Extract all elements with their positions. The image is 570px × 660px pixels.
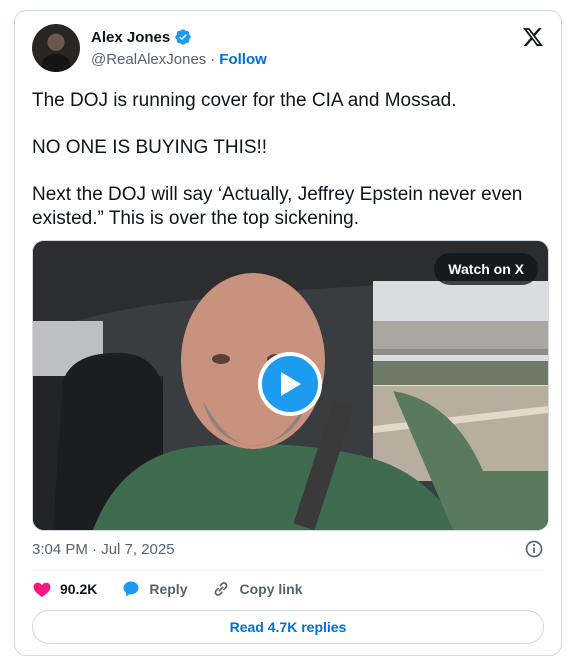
tweet-card: Alex Jones @RealAlexJones · Follow The D… <box>14 10 562 656</box>
copy-link-label: Copy link <box>239 581 303 597</box>
reply-bubble-icon <box>123 581 139 597</box>
author-name[interactable]: Alex Jones <box>91 29 170 46</box>
play-icon <box>281 372 301 396</box>
follow-button[interactable]: Follow <box>219 51 267 68</box>
divider <box>32 570 544 571</box>
action-bar: 90.2K Reply Copy link <box>32 579 327 599</box>
tweet-line: Next the DOJ will say ‘Actually, Jeffrey… <box>32 184 523 229</box>
tweet-timestamp[interactable]: 3:04 PM · Jul 7, 2025 <box>32 541 175 558</box>
watch-on-x-button[interactable]: Watch on X <box>434 253 538 285</box>
separator-dot: · <box>210 51 216 68</box>
author-handle[interactable]: @RealAlexJones <box>91 51 206 68</box>
read-replies-button[interactable]: Read 4.7K replies <box>32 610 544 644</box>
copy-link-button[interactable]: Copy link <box>211 579 303 599</box>
video-player[interactable]: Watch on X <box>32 240 549 531</box>
author-name-row: Alex Jones <box>91 28 192 46</box>
reply-label: Reply <box>149 581 188 597</box>
avatar[interactable] <box>32 24 80 72</box>
info-icon[interactable] <box>524 539 544 559</box>
x-logo-icon[interactable] <box>522 26 544 48</box>
play-button[interactable] <box>258 352 322 416</box>
author-handle-row: @RealAlexJones · Follow <box>91 51 267 68</box>
tweet-line: NO ONE IS BUYING THIS!! <box>32 137 268 158</box>
like-count: 90.2K <box>60 581 98 597</box>
link-icon <box>215 582 228 596</box>
tweet-text: The DOJ is running cover for the CIA and… <box>32 89 552 230</box>
verified-badge-icon <box>175 29 191 45</box>
heart-icon <box>33 582 51 597</box>
tweet-line: The DOJ is running cover for the CIA and… <box>32 90 457 111</box>
like-button[interactable]: 90.2K <box>32 579 97 599</box>
reply-button[interactable]: Reply <box>121 579 187 599</box>
